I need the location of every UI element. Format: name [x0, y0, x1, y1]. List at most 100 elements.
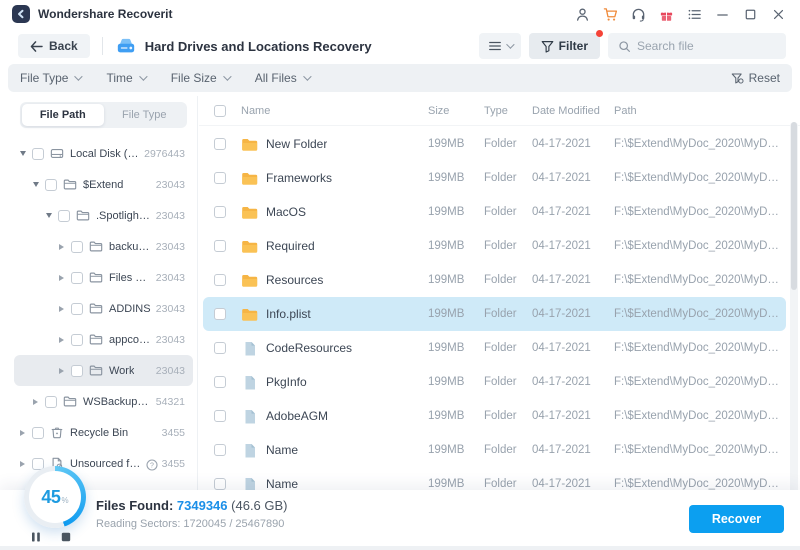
row-checkbox[interactable]: [214, 308, 226, 320]
checkbox[interactable]: [45, 395, 57, 408]
checkbox[interactable]: [71, 364, 83, 377]
column-header-size[interactable]: Size: [428, 105, 484, 117]
table-row[interactable]: AdobeAGM 199MB Folder 04-17-2021 F:\$Extend\…: [203, 399, 786, 433]
table-row[interactable]: Resources 199MB Folder 04-17-2021 F:\$Extend…: [203, 263, 786, 297]
row-checkbox[interactable]: [214, 444, 226, 456]
tree-item-extend[interactable]: $Extend 23043: [14, 169, 193, 200]
tab-file-type[interactable]: File Type: [104, 104, 186, 126]
checkbox[interactable]: [71, 271, 83, 284]
row-checkbox[interactable]: [214, 478, 226, 490]
column-header-type[interactable]: Type: [484, 105, 532, 117]
user-icon[interactable]: [570, 3, 594, 25]
chevron-right-icon[interactable]: [59, 244, 69, 250]
tree-item-wsbackupdata[interactable]: WSBackupData54321: [14, 386, 193, 417]
row-checkbox[interactable]: [214, 376, 226, 388]
scrollbar-thumb[interactable]: [791, 122, 797, 290]
minimize-icon[interactable]: [710, 3, 734, 25]
tree-item-spotlight-v10000[interactable]: .Spotlight-V10000...23043: [14, 200, 193, 231]
chevron-down-icon[interactable]: [33, 182, 43, 187]
view-mode-button[interactable]: [478, 33, 521, 59]
file-size: 199MB: [428, 410, 465, 422]
search-input[interactable]: [637, 39, 776, 53]
menu-icon[interactable]: [682, 3, 706, 25]
file-name: Name: [266, 443, 299, 457]
row-checkbox[interactable]: [214, 138, 226, 150]
row-checkbox[interactable]: [214, 342, 226, 354]
table-row[interactable]: Required 199MB Folder 04-17-2021 F:\$Extend\…: [203, 229, 786, 263]
tree-item-appcompat[interactable]: appcompat23043: [14, 324, 193, 355]
row-checkbox[interactable]: [214, 274, 226, 286]
row-checkbox[interactable]: [214, 410, 226, 422]
pause-button[interactable]: [30, 531, 42, 543]
chevron-down-icon[interactable]: [46, 213, 56, 218]
filter-button[interactable]: Filter: [528, 30, 603, 59]
file-size: 199MB: [428, 308, 465, 320]
column-header-path[interactable]: Path: [614, 105, 782, 117]
chevron-right-icon[interactable]: [33, 399, 43, 405]
tree-item-work[interactable]: Work 23043: [14, 355, 193, 386]
filter-dropdown-file-size[interactable]: File Size: [171, 71, 232, 85]
tree-item-recycle-bin[interactable]: Recycle Bin 3455: [14, 417, 193, 448]
chevron-right-icon[interactable]: [59, 306, 69, 312]
maximize-icon[interactable]: [738, 3, 762, 25]
checkbox[interactable]: [32, 147, 44, 160]
column-header-name[interactable]: Name: [241, 105, 428, 117]
column-header-date-modified[interactable]: Date Modified: [532, 105, 614, 117]
table-row[interactable]: CodeResources 199MB Folder 04-17-2021 F:\$Ex…: [203, 331, 786, 365]
table-row[interactable]: MacOS 199MB Folder 04-17-2021 F:\$Extend\MyD…: [203, 195, 786, 229]
table-row[interactable]: Info.plist 199MB Folder 04-17-2021 F:\$Exten…: [203, 297, 786, 331]
file-path: F:\$Extend\MyDoc_2020\MyDoc_2020\M...: [614, 138, 782, 150]
filter-dropdown-all-files[interactable]: All Files: [255, 71, 312, 85]
tree-item-local-disk-f[interactable]: Local Disk (F:) 2976443: [14, 138, 193, 169]
file-path: F:\$Extend\MyDoc_2020\MyDoc_2020\M...: [614, 478, 782, 490]
close-icon[interactable]: [766, 3, 790, 25]
chevron-right-icon[interactable]: [59, 337, 69, 343]
recycle-bin-icon: [50, 426, 65, 440]
checkbox[interactable]: [71, 240, 83, 253]
row-checkbox[interactable]: [214, 206, 226, 218]
chevron-down-icon[interactable]: [20, 151, 30, 156]
reset-button[interactable]: Reset: [731, 71, 780, 85]
folder-icon: [241, 273, 258, 288]
checkbox[interactable]: [58, 209, 70, 222]
chevron-right-icon[interactable]: [59, 368, 69, 374]
select-all-checkbox[interactable]: [214, 104, 226, 117]
tab-file-path[interactable]: File Path: [22, 104, 104, 126]
file-date-modified: 04-17-2021: [532, 138, 591, 150]
file-date-modified: 04-17-2021: [532, 342, 591, 354]
row-checkbox[interactable]: [214, 240, 226, 252]
row-checkbox[interactable]: [214, 172, 226, 184]
filter-dropdown-file-type[interactable]: File Type: [20, 71, 84, 85]
search-box[interactable]: [608, 33, 786, 59]
file-name: PkgInfo: [266, 375, 307, 389]
checkbox[interactable]: [71, 333, 83, 346]
checkbox[interactable]: [45, 178, 57, 191]
gift-icon[interactable]: [654, 3, 678, 25]
checkbox[interactable]: [32, 426, 44, 439]
folder-icon: [241, 239, 258, 254]
scrollbar-track[interactable]: [790, 122, 798, 546]
tree-item-backupdata[interactable]: backupdata23043: [14, 231, 193, 262]
filter-dropdown-time[interactable]: Time: [106, 71, 148, 85]
folder-icon: [89, 364, 104, 378]
cart-icon[interactable]: [598, 3, 622, 25]
table-row[interactable]: Name 199MB Folder 04-17-2021 F:\$Extend\MyDo…: [203, 433, 786, 467]
tree-item-label: .Spotlight-V10000...: [96, 209, 152, 222]
file-name: Resources: [266, 273, 324, 287]
folder-icon: [63, 395, 78, 409]
recover-button[interactable]: Recover: [689, 505, 784, 533]
tree-item-files-lost-origri[interactable]: Files Lost Origri...23043: [14, 262, 193, 293]
table-row[interactable]: New Folder 199MB Folder 04-17-2021 F:\$Exten…: [203, 127, 786, 161]
file-name: Required: [266, 239, 315, 253]
tree-item-count: 3455: [161, 426, 185, 439]
table-row[interactable]: PkgInfo 199MB Folder 04-17-2021 F:\$Extend\M…: [203, 365, 786, 399]
back-button[interactable]: Back: [18, 34, 90, 58]
files-found-label: Files Found:: [96, 498, 174, 513]
stop-button[interactable]: [60, 531, 72, 543]
tree-item-addins[interactable]: ADDINS 23043: [14, 293, 193, 324]
chevron-right-icon[interactable]: [59, 275, 69, 281]
checkbox[interactable]: [71, 302, 83, 315]
headset-icon[interactable]: [626, 3, 650, 25]
chevron-right-icon[interactable]: [20, 430, 30, 436]
table-row[interactable]: Frameworks 199MB Folder 04-17-2021 F:\$Exten…: [203, 161, 786, 195]
